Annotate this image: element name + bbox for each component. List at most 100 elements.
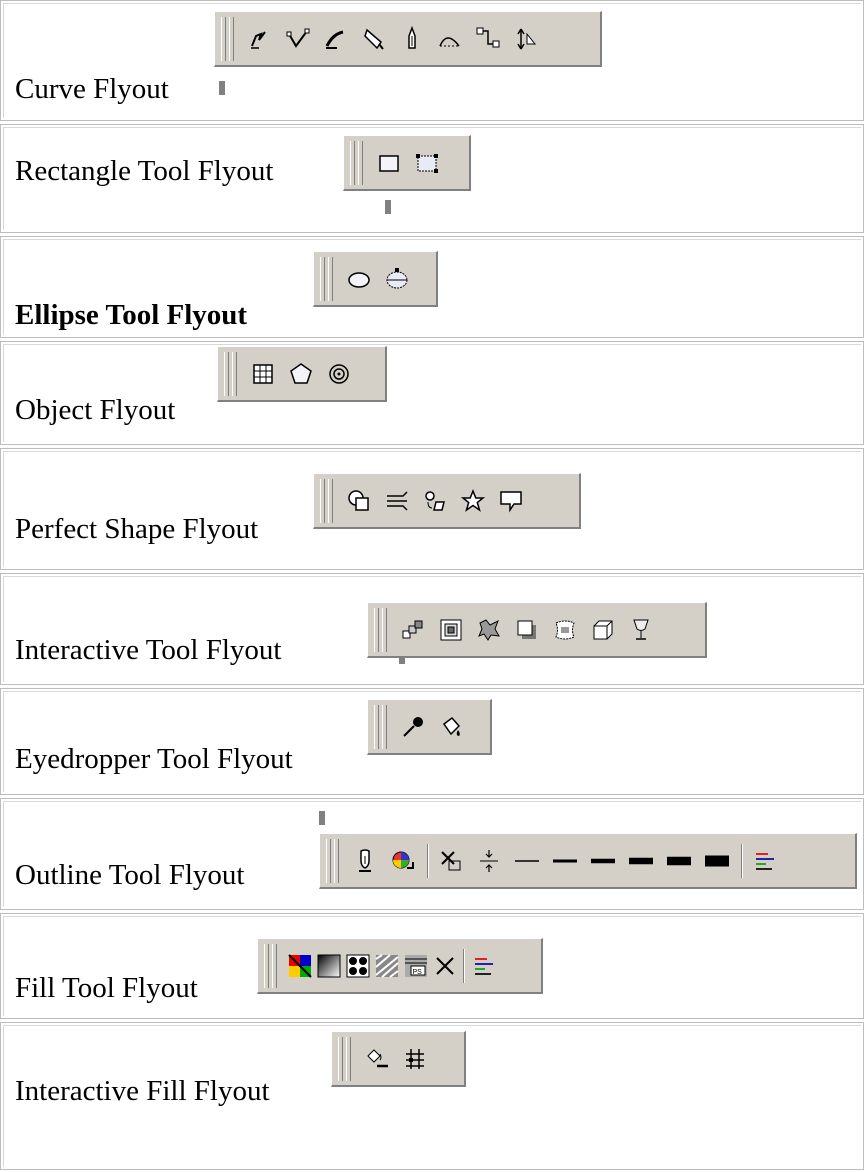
flowchart-shapes-icon[interactable] [419,483,451,519]
postscript-fill-icon[interactable]: PS [403,948,429,984]
svg-text:PS: PS [413,969,423,976]
no-fill-icon[interactable] [432,948,458,984]
toolbar-grip[interactable] [229,16,234,61]
envelope-icon[interactable] [549,612,581,648]
outline-flyout-toolbar [319,833,857,889]
extrude-icon[interactable] [587,612,619,648]
toolbar-separator [427,843,429,878]
line-weight-1-icon[interactable] [511,843,543,879]
outline-pen-icon[interactable] [349,843,381,879]
paintbucket-icon[interactable] [435,709,467,745]
no-outline-icon[interactable] [435,843,467,879]
toolbar-grip[interactable] [334,838,339,883]
arrow-shapes-icon[interactable] [381,483,413,519]
row-label: Ellipse Tool Flyout [15,299,248,331]
pen-icon[interactable] [358,21,390,57]
polygon-icon[interactable] [285,356,317,392]
eyedropper-icon[interactable] [397,709,429,745]
contour-icon[interactable] [435,612,467,648]
ellipse-icon[interactable] [343,261,375,297]
toolbar-grip[interactable] [328,256,333,301]
toolbar-grip[interactable] [328,478,333,523]
toolbar-grip[interactable] [326,838,331,883]
dimension-icon[interactable] [510,21,542,57]
blend-icon[interactable] [397,612,429,648]
table-row: Interactive Fill Flyout [0,1022,864,1170]
table-row: Outline Tool Flyout [0,798,864,910]
basic-shapes-icon[interactable] [343,483,375,519]
toolbar-grip[interactable] [272,943,277,988]
perfect-shape-flyout-toolbar [313,473,581,529]
flyout-table: Curve Flyout Rectangle Tool Flyout Ellip… [0,0,866,1172]
artistic-media-icon[interactable] [320,21,352,57]
line-weight-5-icon[interactable] [663,843,695,879]
row-label: Curve Flyout [15,73,169,105]
three-point-rectangle-icon[interactable] [411,145,443,181]
callout-shapes-icon[interactable] [495,483,527,519]
row-label: Object Flyout [15,394,176,426]
pattern-fill-icon[interactable] [345,948,371,984]
spiral-icon[interactable] [323,356,355,392]
table-row: Ellipse Tool Flyout [0,236,864,338]
toolbar-grip[interactable] [320,478,325,523]
rectangle-icon[interactable] [373,145,405,181]
star-shapes-icon[interactable] [457,483,489,519]
distort-icon[interactable] [473,612,505,648]
toolbar-grip[interactable] [374,607,379,652]
three-point-curve-icon[interactable] [434,21,466,57]
line-weight-2-icon[interactable] [549,843,581,879]
three-point-ellipse-icon[interactable] [381,261,413,297]
fountain-fill-icon[interactable] [316,948,342,984]
drop-shadow-icon[interactable] [511,612,543,648]
freehand-icon[interactable] [244,21,276,57]
table-row: Fill Tool Flyout PS [0,913,864,1019]
toolbar-grip[interactable] [350,140,355,185]
rectangle-flyout-toolbar [343,135,471,191]
polyline-icon[interactable] [396,21,428,57]
row-label: Interactive Tool Flyout [15,634,282,666]
bezier-icon[interactable] [282,21,314,57]
fill-color-icon[interactable] [287,948,313,984]
line-weight-4-icon[interactable] [625,843,657,879]
toolbar-grip[interactable] [374,704,379,749]
table-row: Curve Flyout [0,0,864,121]
toolbar-separator [741,843,743,878]
table-row: Perfect Shape Flyout [0,448,864,570]
toolbar-grip[interactable] [382,704,387,749]
transparency-icon[interactable] [625,612,657,648]
eyedropper-flyout-toolbar [367,699,492,755]
toolbar-grip[interactable] [320,256,325,301]
outline-color-icon[interactable] [387,843,419,879]
object-flyout-toolbar [217,346,387,402]
texture-fill-icon[interactable] [374,948,400,984]
graph-paper-icon[interactable] [247,356,279,392]
interactive-connector-icon[interactable] [472,21,504,57]
mesh-fill-icon[interactable] [399,1041,431,1077]
row-label: Rectangle Tool Flyout [15,155,274,187]
toolbar-separator [463,948,465,983]
toolbar-grip[interactable] [221,16,226,61]
row-label: Eyedropper Tool Flyout [15,743,293,775]
table-row: Eyedropper Tool Flyout [0,688,864,795]
row-label: Interactive Fill Flyout [15,1075,270,1107]
toolbar-grip[interactable] [264,943,269,988]
line-weight-6-icon[interactable] [701,843,733,879]
toolbar-grip[interactable] [382,607,387,652]
line-weight-3-icon[interactable] [587,843,619,879]
row-label: Perfect Shape Flyout [15,513,259,545]
toolbar-grip[interactable] [358,140,363,185]
color-docker-icon[interactable] [471,948,497,984]
toolbar-grip[interactable] [232,351,237,396]
row-label: Fill Tool Flyout [15,972,198,1004]
interactive-flyout-toolbar [367,602,707,658]
toolbar-grip[interactable] [346,1036,351,1081]
color-docker-icon[interactable] [749,843,781,879]
flyout-anchor [219,81,225,95]
toolbar-grip[interactable] [338,1036,343,1081]
interactive-fill-flyout-toolbar [331,1031,466,1087]
toolbar-grip[interactable] [224,351,229,396]
table-row: Interactive Tool Flyout [0,573,864,685]
interactive-fill-icon[interactable] [361,1041,393,1077]
hairline-outline-icon[interactable] [473,843,505,879]
curve-flyout-toolbar [214,11,602,67]
